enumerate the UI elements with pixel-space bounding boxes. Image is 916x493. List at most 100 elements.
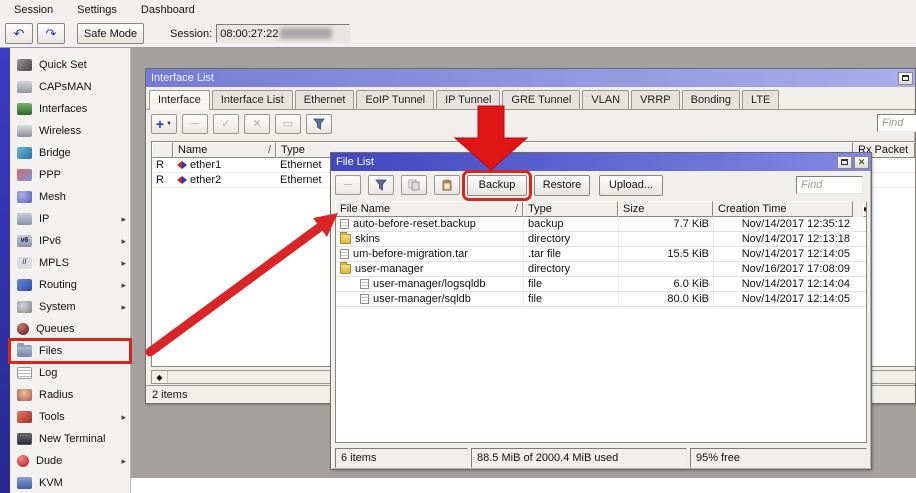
sidebar-item[interactable]: KVM — [10, 472, 130, 493]
disable-button[interactable]: ✕ — [244, 114, 270, 134]
sort-indicator: / — [515, 203, 518, 215]
sidebar-item[interactable]: PPP — [10, 164, 130, 186]
interface-tab[interactable]: Interface — [149, 90, 210, 110]
interface-tab[interactable]: Interface List — [212, 90, 293, 109]
sidebar-item[interactable]: Bridge — [10, 142, 130, 164]
menu-item[interactable]: Dashboard — [129, 2, 207, 18]
file-row[interactable]: skins directory Nov/14/2017 12:13:18 — [336, 232, 866, 247]
interface-tab[interactable]: VRRP — [631, 90, 680, 109]
file-type: file — [524, 277, 619, 291]
sidebar-item[interactable]: Routing — [10, 274, 130, 296]
file-size — [619, 232, 714, 246]
file-type: backup — [524, 217, 619, 231]
file-type-icon — [340, 249, 349, 259]
file-name: user-manager — [355, 263, 423, 275]
redo-button[interactable]: ↷ — [37, 23, 65, 44]
left-accent-strip — [0, 48, 10, 493]
interface-tab[interactable]: VLAN — [582, 90, 629, 109]
maximize-button[interactable] — [898, 72, 913, 85]
comment-icon: ▭ — [283, 117, 293, 130]
add-button[interactable]: +▼ — [151, 114, 177, 134]
sidebar-item-label: Wireless — [39, 125, 121, 137]
sidebar-item-icon — [17, 411, 32, 423]
file-row[interactable]: user-manager/sqldb file 80.0 KiB Nov/14/… — [336, 292, 866, 307]
upload-button[interactable]: Upload... — [599, 175, 663, 196]
filter-button[interactable] — [368, 175, 394, 195]
close-button[interactable]: ✕ — [854, 156, 869, 169]
file-row[interactable]: auto-before-reset.backup backup 7.7 KiB … — [336, 217, 866, 232]
sidebar-item[interactable]: Quick Set — [10, 54, 130, 76]
undo-button[interactable]: ↶ — [5, 23, 33, 44]
sidebar-item[interactable]: Radius — [10, 384, 130, 406]
sidebar-item[interactable]: Wireless — [10, 120, 130, 142]
enable-button[interactable]: ✓ — [213, 114, 239, 134]
sidebar-item[interactable]: MPLS — [10, 252, 130, 274]
file-row[interactable]: um-before-migration.tar .tar file 15.5 K… — [336, 247, 866, 262]
file-row[interactable]: user-manager directory Nov/16/2017 17:08… — [336, 262, 866, 277]
interface-find-input[interactable] — [877, 114, 916, 132]
sidebar-item[interactable]: Tools — [10, 406, 130, 428]
maximize-button[interactable] — [837, 156, 852, 169]
copy-button[interactable] — [401, 175, 427, 195]
file-window-titlebar[interactable]: File List ✕ — [331, 153, 871, 171]
flags-column-header[interactable] — [152, 142, 173, 158]
sidebar-item[interactable]: New Terminal — [10, 428, 130, 450]
submenu-arrow-icon — [121, 214, 126, 225]
session-field[interactable]: 08:00:27:22 — [216, 24, 350, 43]
name-column-header[interactable]: Name/ — [173, 142, 276, 158]
interface-tab[interactable]: Bonding — [682, 90, 740, 109]
file-window-title: File List — [336, 156, 835, 168]
file-find-input[interactable] — [796, 176, 863, 194]
sidebar-item-icon — [17, 389, 32, 401]
sidebar-item[interactable]: System — [10, 296, 130, 318]
sidebar-item[interactable]: CAPsMAN — [10, 76, 130, 98]
interface-tab[interactable]: EoIP Tunnel — [356, 90, 434, 109]
interface-tab[interactable]: GRE Tunnel — [502, 90, 580, 109]
safe-mode-button[interactable]: Safe Mode — [77, 23, 144, 44]
submenu-arrow-icon — [121, 412, 126, 423]
menu-item[interactable]: Session — [2, 2, 65, 18]
paste-button[interactable] — [434, 175, 460, 195]
menu-item[interactable]: Settings — [65, 2, 129, 18]
file-row[interactable]: user-manager/logsqldb file 6.0 KiB Nov/1… — [336, 277, 866, 292]
interface-tab[interactable]: LTE — [742, 90, 779, 109]
file-column-header[interactable]: Type — [523, 201, 618, 217]
sidebar-item-icon — [17, 257, 32, 269]
close-icon: ✕ — [858, 158, 866, 167]
column-dropdown-button[interactable]: ▼ — [863, 201, 867, 217]
backup-button[interactable]: Backup — [467, 175, 527, 196]
scroll-marker-icon[interactable]: ◆ — [152, 371, 168, 383]
interface-flag: R — [152, 159, 173, 171]
file-type-icon — [360, 294, 369, 304]
comment-button[interactable]: ▭ — [275, 114, 301, 134]
delete-button[interactable]: ─ — [335, 175, 361, 195]
sidebar-item[interactable]: Log — [10, 362, 130, 384]
sidebar-item[interactable]: Interfaces — [10, 98, 130, 120]
file-type: .tar file — [524, 247, 619, 261]
file-column-header[interactable]: File Name / — [335, 201, 523, 217]
interface-window-title: Interface List — [151, 72, 896, 84]
chevron-down-icon: ▼ — [863, 205, 867, 214]
sidebar-item-icon — [17, 345, 32, 357]
sidebar-item[interactable]: Queues — [10, 318, 130, 340]
sidebar-item-label: Files — [39, 345, 121, 357]
interface-tab[interactable]: Ethernet — [295, 90, 355, 109]
sidebar-item[interactable]: IP — [10, 208, 130, 230]
sidebar-item[interactable]: Files — [10, 340, 130, 362]
sidebar-item-icon — [17, 455, 29, 467]
interface-tab[interactable]: IP Tunnel — [436, 90, 500, 109]
sidebar-item-icon — [17, 235, 32, 247]
sidebar-item[interactable]: IPv6 — [10, 230, 130, 252]
filter-button[interactable] — [306, 114, 332, 134]
sidebar-item[interactable]: Dude — [10, 450, 130, 472]
interface-window-titlebar[interactable]: Interface List — [146, 69, 915, 87]
sidebar-item-icon — [17, 433, 32, 445]
remove-button[interactable]: ─ — [182, 114, 208, 134]
maximize-icon — [902, 75, 909, 81]
file-column-header[interactable]: Creation Time — [713, 201, 853, 217]
ethernet-port-icon — [177, 161, 187, 169]
file-column-header[interactable]: Size — [618, 201, 713, 217]
restore-button[interactable]: Restore — [534, 175, 590, 196]
sidebar-item[interactable]: Mesh — [10, 186, 130, 208]
sidebar-item-icon — [17, 169, 32, 181]
